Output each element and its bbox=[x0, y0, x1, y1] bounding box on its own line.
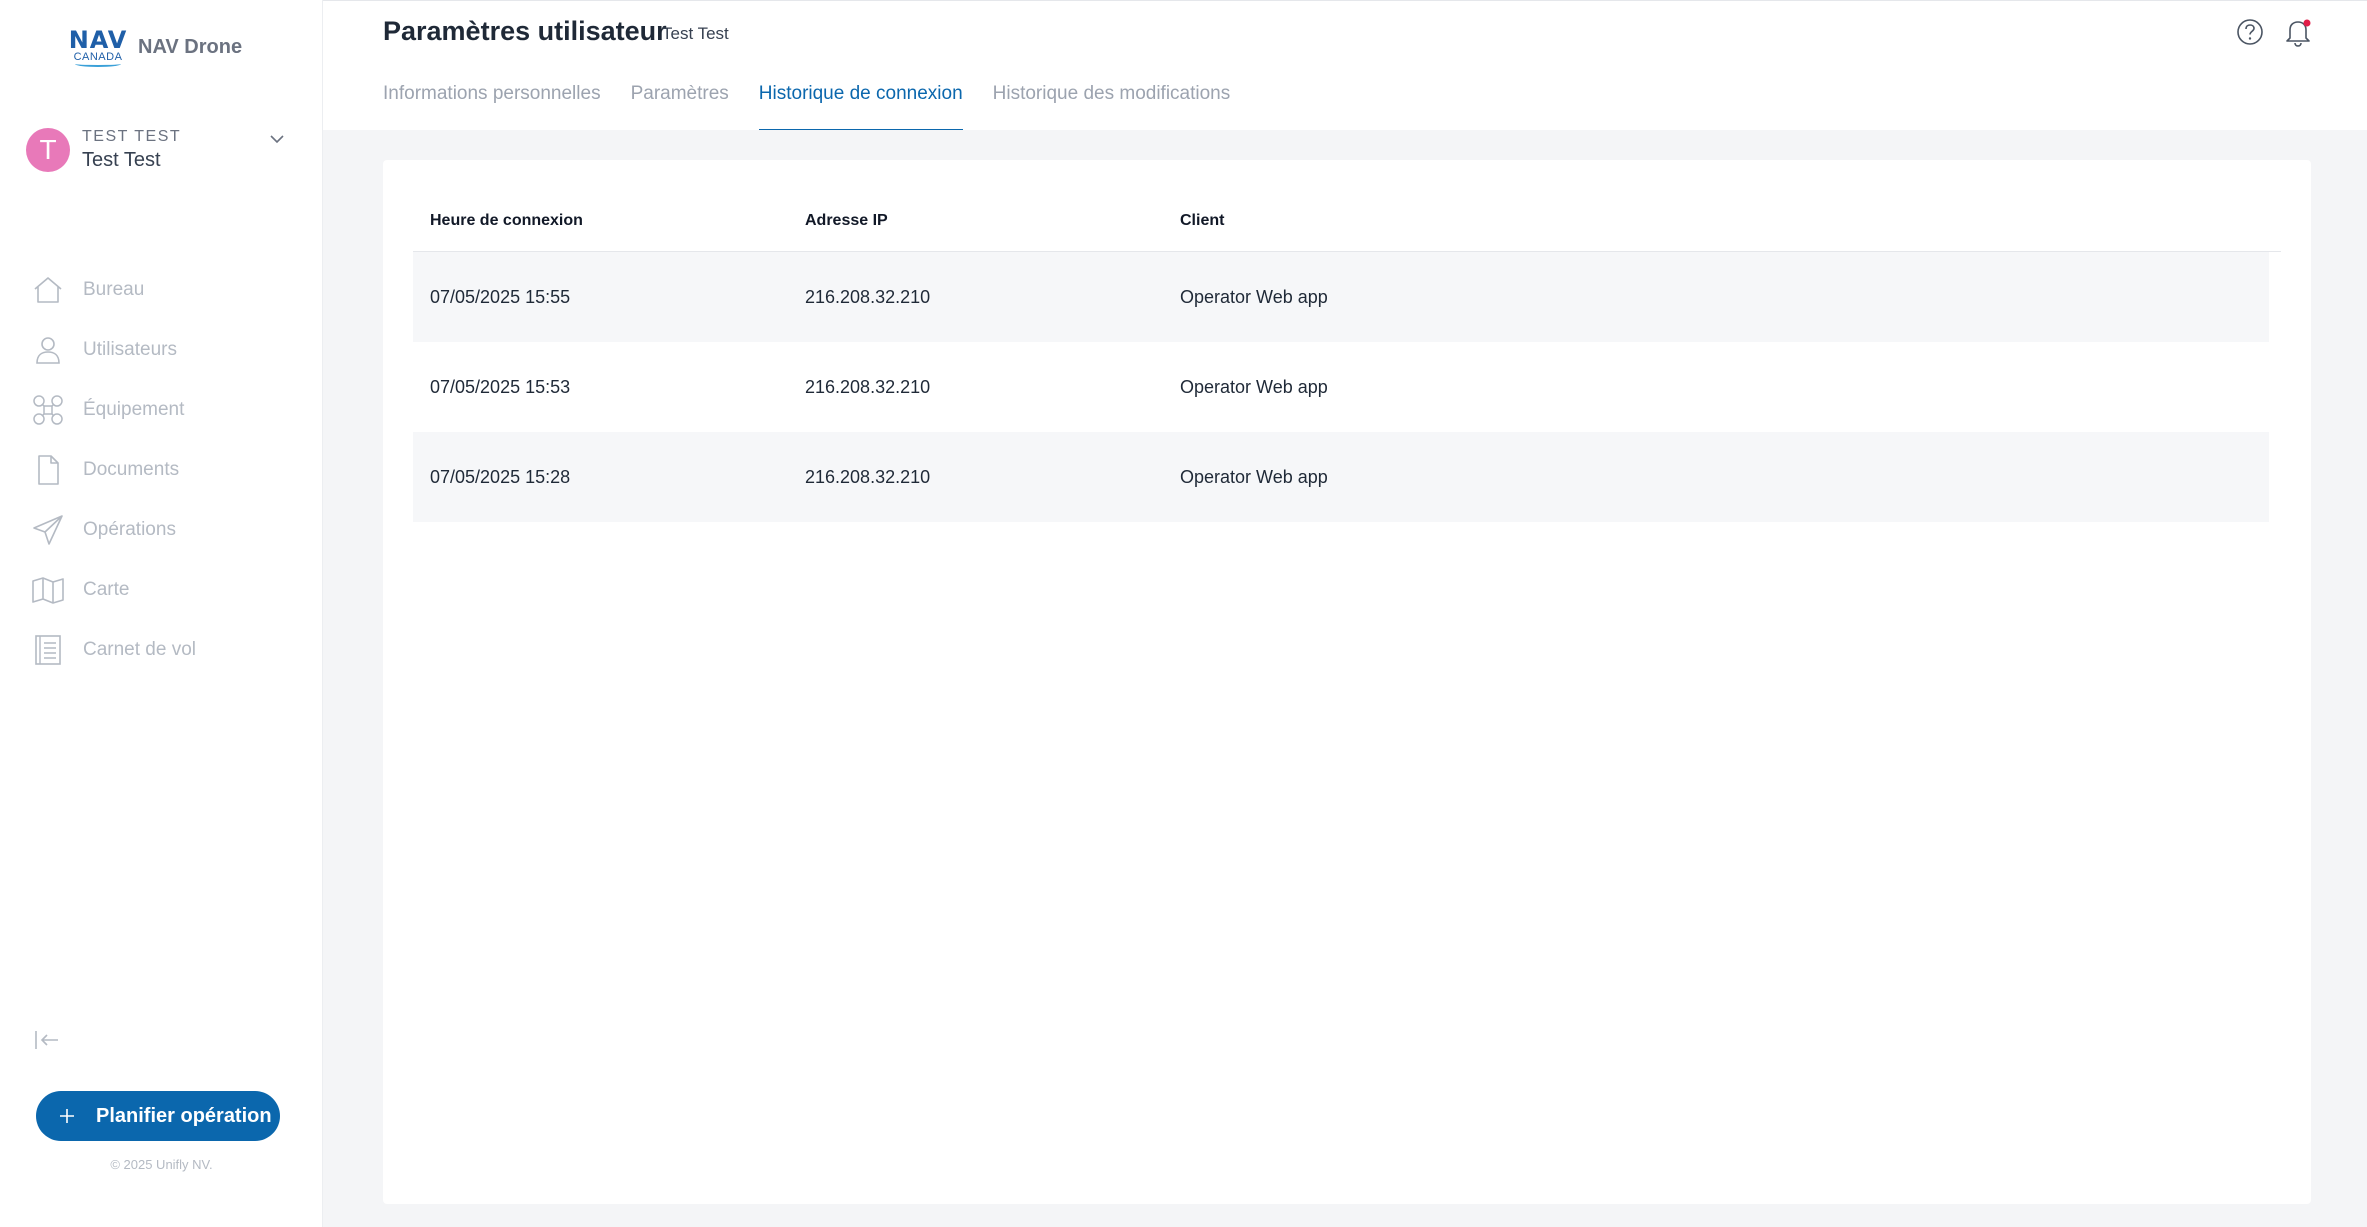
cell-client: Operator Web app bbox=[1180, 376, 1328, 397]
sidebar-item-bureau[interactable]: Bureau bbox=[30, 260, 310, 320]
page-header: Paramètres utilisateur Test Test Informa… bbox=[323, 0, 2367, 131]
sidebar-item-label: Documents bbox=[83, 459, 180, 480]
user-upper-name: TEST TEST bbox=[82, 128, 182, 145]
copyright: © 2025 Unifly NV. bbox=[110, 1157, 213, 1172]
help-icon[interactable] bbox=[2235, 17, 2265, 47]
table-header: Heure de connexion Adresse IP Client bbox=[413, 190, 2281, 252]
connection-history-card: Heure de connexion Adresse IP Client 07/… bbox=[383, 160, 2311, 1204]
bell-icon[interactable] bbox=[2283, 16, 2313, 48]
sidebar-item-label: Utilisateurs bbox=[83, 339, 177, 360]
page-subtitle: Test Test bbox=[662, 24, 729, 43]
sidebar-item-documents[interactable]: Documents bbox=[30, 440, 310, 500]
cell-time: 07/05/2025 15:55 bbox=[430, 286, 571, 307]
cell-ip: 216.208.32.210 bbox=[805, 376, 931, 397]
app-name: NAV Drone bbox=[138, 36, 243, 58]
table-row: 07/05/2025 15:28 216.208.32.210 Operator… bbox=[413, 432, 2269, 522]
sidebar-item-utilisateurs[interactable]: Utilisateurs bbox=[30, 320, 310, 380]
page-title: Paramètres utilisateur bbox=[383, 16, 667, 46]
sidebar-item-equipement[interactable]: Équipement bbox=[30, 380, 310, 440]
sidebar-item-operations[interactable]: Opérations bbox=[30, 500, 310, 560]
tab-informations-personnelles[interactable]: Informations personnelles bbox=[383, 79, 601, 131]
user-info: TEST TEST Test Test bbox=[82, 127, 181, 173]
logo-mark-text: NAV bbox=[68, 26, 128, 54]
logo-swoosh bbox=[75, 61, 121, 67]
tab-parametres[interactable]: Paramètres bbox=[631, 79, 729, 131]
home-icon bbox=[30, 272, 66, 308]
user-icon bbox=[30, 332, 66, 368]
main-content: Heure de connexion Adresse IP Client 07/… bbox=[323, 130, 2367, 1227]
cell-client: Operator Web app bbox=[1180, 286, 1328, 307]
collapse-sidebar-icon[interactable] bbox=[32, 1025, 62, 1055]
column-header-ip: Adresse IP bbox=[805, 211, 888, 229]
plan-operation-button[interactable]: Planifier opération bbox=[36, 1091, 280, 1141]
tab-historique-de-connexion[interactable]: Historique de connexion bbox=[758, 79, 963, 131]
app-root: NAV CANADA NAV Drone T TEST TEST Test Te… bbox=[0, 0, 2367, 1227]
tab-historique-des-modifications[interactable]: Historique des modifications bbox=[993, 79, 1231, 131]
sidebar-nav: Bureau Utilisateurs Équipement Documents bbox=[30, 260, 310, 680]
sidebar-item-label: Bureau bbox=[83, 279, 145, 300]
column-header-time: Heure de connexion bbox=[430, 211, 583, 229]
tabs: Informations personnelles Paramètres His… bbox=[383, 79, 1260, 131]
sidebar-item-label: Équipement bbox=[83, 399, 185, 420]
drone-icon bbox=[30, 392, 66, 428]
sidebar-item-label: Carnet de vol bbox=[83, 639, 197, 660]
avatar: T bbox=[26, 128, 70, 172]
sidebar: NAV CANADA NAV Drone T TEST TEST Test Te… bbox=[0, 0, 323, 1227]
logbook-icon bbox=[30, 632, 66, 668]
table-row: 07/05/2025 15:53 216.208.32.210 Operator… bbox=[413, 342, 2269, 432]
cell-ip: 216.208.32.210 bbox=[805, 466, 931, 487]
nav-canada-logo: NAV CANADA bbox=[69, 28, 126, 67]
sidebar-item-label: Opérations bbox=[83, 519, 176, 540]
plus-icon bbox=[54, 1103, 80, 1129]
column-header-client: Client bbox=[1180, 211, 1225, 229]
sidebar-item-carnet-de-vol[interactable]: Carnet de vol bbox=[30, 620, 310, 680]
chevron-down-icon[interactable] bbox=[268, 130, 286, 148]
cell-ip: 216.208.32.210 bbox=[805, 286, 931, 307]
user-menu[interactable]: T TEST TEST Test Test bbox=[26, 126, 286, 174]
plan-operation-label: Planifier opération bbox=[96, 1104, 272, 1127]
cell-client: Operator Web app bbox=[1180, 466, 1328, 487]
sidebar-item-label: Carte bbox=[83, 579, 130, 600]
sidebar-item-carte[interactable]: Carte bbox=[30, 560, 310, 620]
table-row: 07/05/2025 15:55 216.208.32.210 Operator… bbox=[413, 252, 2269, 342]
paper-plane-icon bbox=[30, 512, 66, 548]
cell-time: 07/05/2025 15:53 bbox=[430, 376, 571, 397]
document-icon bbox=[30, 452, 66, 488]
user-name: Test Test bbox=[82, 149, 161, 171]
cell-time: 07/05/2025 15:28 bbox=[430, 466, 571, 487]
app-logo[interactable]: NAV CANADA NAV Drone bbox=[69, 28, 243, 67]
map-icon bbox=[30, 572, 66, 608]
connection-history-table: Heure de connexion Adresse IP Client 07/… bbox=[413, 190, 2281, 522]
